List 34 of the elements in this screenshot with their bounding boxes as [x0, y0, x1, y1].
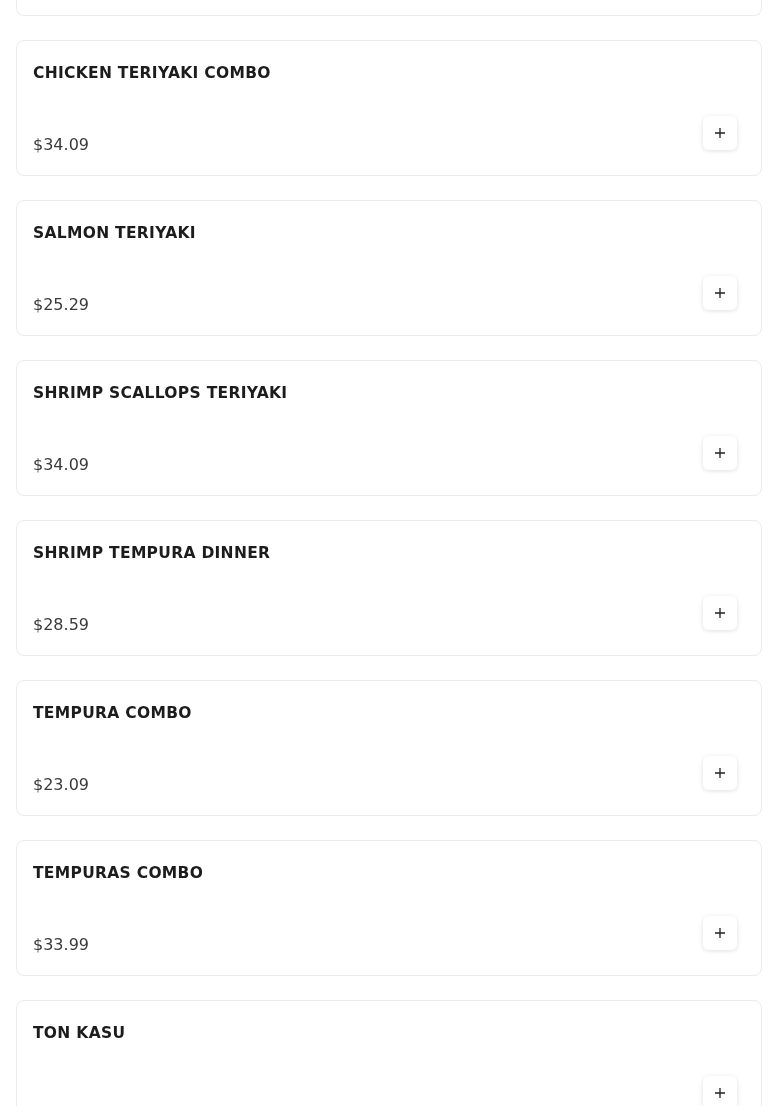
item-price: $33.99	[33, 935, 89, 955]
add-button[interactable]	[703, 596, 737, 630]
item-name: TEMPURA COMBO	[33, 703, 193, 723]
add-button[interactable]	[703, 436, 737, 470]
plus-icon	[715, 448, 725, 458]
menu-item-card[interactable]: SHRIMP TEMPURA DINNER $28.59	[16, 520, 762, 656]
menu-item-card[interactable]: SHRIMP SCALLOPS TERIYAKI $34.09	[16, 360, 762, 496]
menu-item-card[interactable]: TEMPURA COMBO $23.09	[16, 680, 762, 816]
item-price: $23.09	[33, 775, 89, 795]
item-price: $34.09	[33, 135, 89, 155]
menu-item-card[interactable]: TEMPURAS COMBO $33.99	[16, 840, 762, 976]
item-name: CHICKEN TERIYAKI COMBO	[33, 63, 272, 83]
item-name: TON KASU	[33, 1023, 127, 1043]
add-button[interactable]	[703, 916, 737, 950]
plus-icon	[715, 288, 725, 298]
add-button[interactable]	[703, 116, 737, 150]
item-name: TEMPURAS COMBO	[33, 863, 205, 883]
menu-item-card[interactable]: CHICKEN TERIYAKI COMBO $34.09	[16, 40, 762, 176]
plus-icon	[715, 1088, 725, 1098]
item-name: SHRIMP SCALLOPS TERIYAKI	[33, 383, 289, 403]
menu-item-card[interactable]: TON KASU	[16, 1000, 762, 1106]
menu-item-card[interactable]: SALMON TERIYAKI $25.29	[16, 200, 762, 336]
plus-icon	[715, 608, 725, 618]
plus-icon	[715, 128, 725, 138]
item-name: SHRIMP TEMPURA DINNER	[33, 543, 272, 563]
plus-icon	[715, 768, 725, 778]
item-price: $28.59	[33, 615, 89, 635]
item-price: $34.09	[33, 455, 89, 475]
add-button[interactable]	[703, 1076, 737, 1106]
plus-icon	[715, 928, 725, 938]
add-button[interactable]	[703, 276, 737, 310]
item-price: $25.29	[33, 295, 89, 315]
item-name: SALMON TERIYAKI	[33, 223, 197, 243]
add-button[interactable]	[703, 756, 737, 790]
